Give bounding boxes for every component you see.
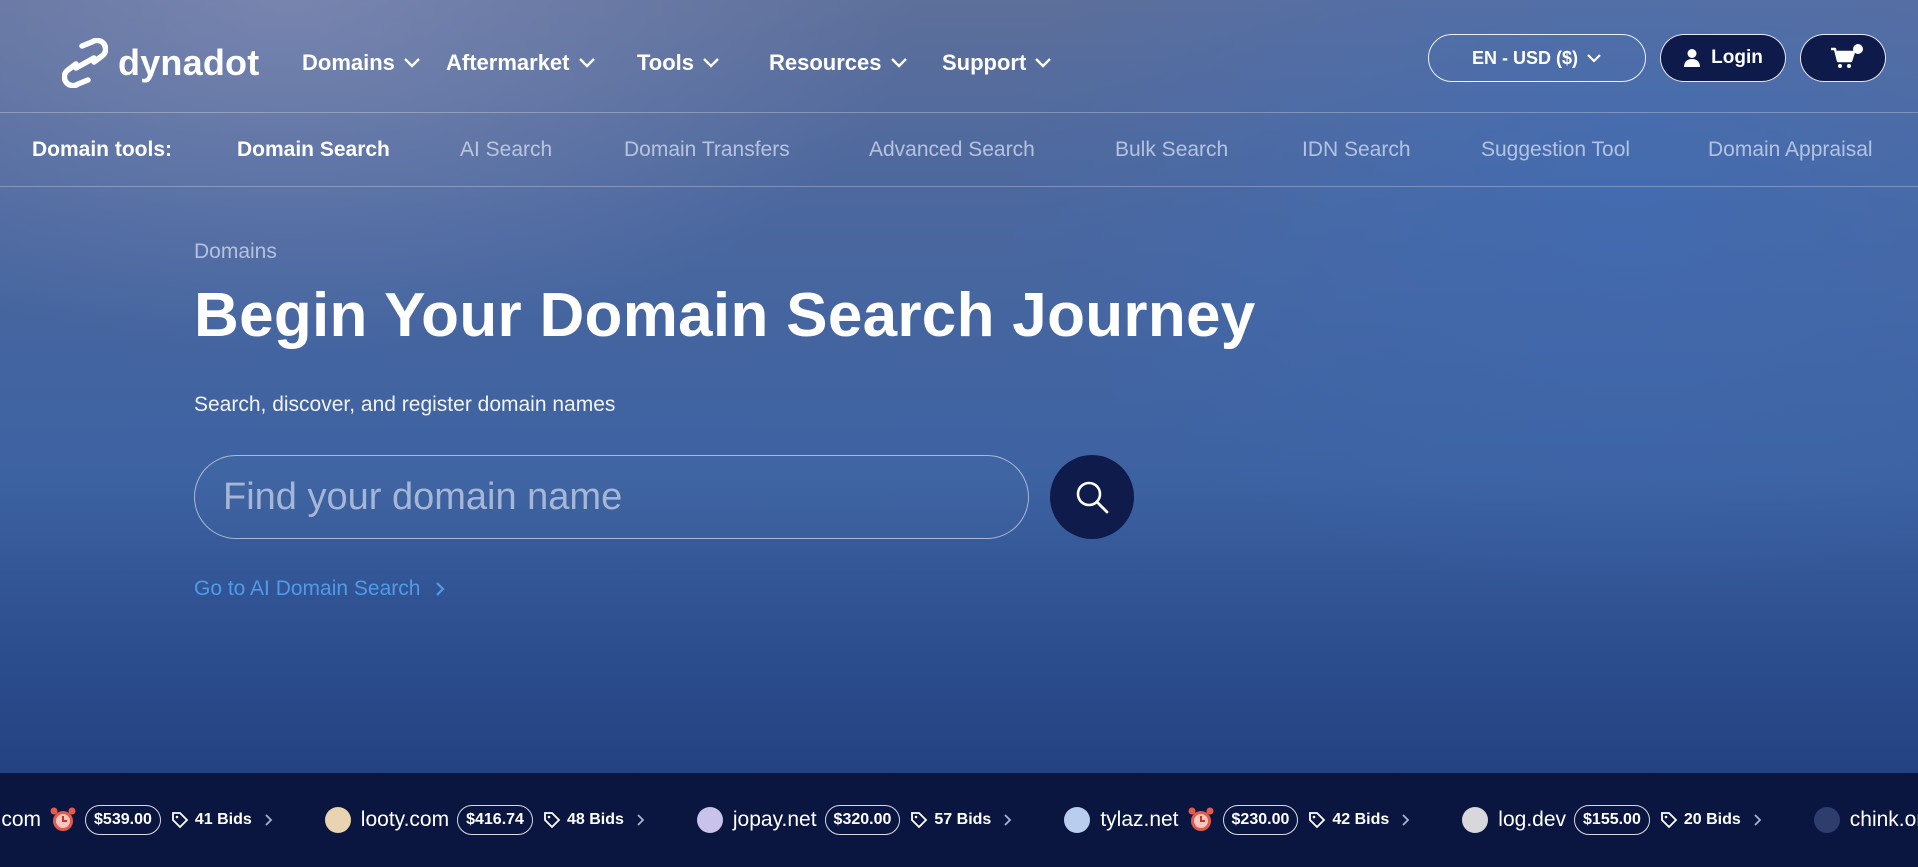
page-subtitle: Search, discover, and register domain na… (194, 393, 616, 416)
breadcrumb[interactable]: Domains (194, 240, 277, 264)
ticker-bids: 20 Bids (1683, 811, 1741, 828)
chevron-down-icon (890, 58, 907, 68)
cart-notification-dot (1853, 44, 1863, 54)
brand-logo[interactable]: dynadot (62, 38, 259, 88)
main-nav-aftermarket[interactable]: Aftermarket (446, 50, 596, 76)
ticker-domain: tylaz.net (1100, 808, 1179, 831)
domain-avatar-dot (696, 807, 723, 833)
page: dynadot Domains Aftermarket Tools Resour… (0, 0, 1918, 867)
ticker-item[interactable]: log.dev $155.00 20 Bids (1462, 805, 1762, 835)
tag-icon (171, 812, 189, 829)
domain-search-box (194, 455, 1029, 539)
nav-label: Tools (637, 50, 695, 75)
ticker-bids: 41 Bids (194, 811, 252, 828)
domain-avatar-dot (1064, 807, 1091, 833)
ticker-track: ot.com $539.00 41 Bids looty.com $416.74… (0, 773, 1918, 867)
tag-icon (1309, 812, 1326, 829)
search-icon (1076, 481, 1109, 514)
alarm-clock-icon (1188, 807, 1214, 831)
ticker-bids: 42 Bids (1332, 811, 1390, 828)
tab-domain-appraisal[interactable]: Domain Appraisal (1708, 138, 1873, 162)
page-title: Begin Your Domain Search Journey (194, 281, 1256, 350)
ticker-domain: log.dev (1498, 808, 1567, 831)
ticker-item[interactable]: tylaz.net $230.00 42 Bids (1064, 805, 1410, 835)
ticker-price: $539.00 (85, 805, 161, 835)
brand-name: dynadot (118, 42, 260, 83)
nav-label: Aftermarket (446, 50, 570, 75)
domain-avatar-dot (1462, 807, 1489, 833)
ticker-bids: 48 Bids (566, 811, 624, 828)
domain-tools-bar: Domain tools: Domain Search AI Search Do… (0, 112, 1918, 187)
ticker-domain: looty.com (360, 808, 450, 831)
nav-label: Support (942, 50, 1027, 75)
ticker-price: $416.74 (457, 805, 533, 835)
search-button[interactable] (1050, 455, 1134, 539)
chevron-right-icon (637, 814, 645, 826)
tag-icon (911, 812, 928, 829)
tab-domain-search[interactable]: Domain Search (237, 138, 390, 162)
header-actions: EN - USD ($) Login (1428, 34, 1886, 82)
chevron-right-icon (1754, 814, 1762, 826)
ticker-price: $230.00 (1222, 805, 1299, 835)
main-nav-support[interactable]: Support (942, 50, 1052, 76)
ticker-item[interactable]: ot.com $539.00 41 Bids (0, 805, 273, 835)
ticker-price: $155.00 (1574, 805, 1650, 835)
ticker-price: $320.00 (824, 805, 901, 835)
cart-icon (1831, 47, 1856, 68)
top-header: dynadot Domains Aftermarket Tools Resour… (0, 0, 1918, 112)
ticker-domain: jopay.net (732, 808, 817, 831)
ai-domain-search-link[interactable]: Go to AI Domain Search (194, 577, 446, 601)
chevron-down-icon (1587, 54, 1601, 63)
ticker-item[interactable]: looty.com $416.74 48 Bids (324, 805, 645, 835)
login-label: Login (1711, 47, 1763, 68)
login-button[interactable]: Login (1660, 34, 1786, 82)
alarm-clock-icon (50, 807, 76, 831)
chevron-right-icon (436, 582, 446, 596)
ticker-domain: ot.com (0, 808, 42, 831)
chevron-right-icon (1402, 814, 1410, 826)
ticker-item[interactable]: chink.org (1813, 807, 1918, 833)
auction-ticker: ot.com $539.00 41 Bids looty.com $416.74… (0, 773, 1918, 867)
tag-icon (1660, 812, 1678, 829)
tab-bulk-search[interactable]: Bulk Search (1115, 138, 1228, 162)
ticker-item[interactable]: jopay.net $320.00 57 Bids (696, 805, 1012, 835)
chevron-down-icon (578, 58, 595, 68)
chevron-right-icon (265, 814, 273, 826)
tab-advanced-search[interactable]: Advanced Search (869, 138, 1035, 162)
tab-domain-transfers[interactable]: Domain Transfers (624, 138, 790, 162)
main-nav-tools[interactable]: Tools (637, 50, 720, 76)
tab-idn-search[interactable]: IDN Search (1302, 138, 1411, 162)
chevron-right-icon (1004, 814, 1012, 826)
main-nav-resources[interactable]: Resources (769, 50, 908, 76)
locale-currency-button[interactable]: EN - USD ($) (1428, 34, 1646, 82)
domain-avatar-dot (1813, 807, 1840, 833)
ai-link-label: Go to AI Domain Search (194, 577, 421, 600)
chevron-down-icon (703, 58, 719, 68)
main-nav-domains[interactable]: Domains (302, 50, 421, 76)
locale-label: EN - USD ($) (1471, 47, 1578, 68)
ticker-domain: chink.org (1849, 808, 1918, 831)
nav-label: Domains (302, 50, 395, 75)
nav-label: Resources (769, 50, 882, 75)
user-icon (1684, 49, 1701, 67)
tab-suggestion-tool[interactable]: Suggestion Tool (1481, 138, 1630, 162)
tab-ai-search[interactable]: AI Search (460, 138, 552, 162)
domain-tools-label: Domain tools: (32, 137, 172, 161)
tag-icon (544, 812, 561, 829)
chevron-down-icon (1035, 58, 1052, 68)
domain-search-input[interactable] (223, 475, 1028, 519)
domain-avatar-dot (324, 807, 351, 833)
link-chain-logo-icon (62, 38, 108, 88)
chevron-down-icon (404, 58, 420, 68)
ticker-bids: 57 Bids (934, 811, 992, 828)
cart-button[interactable] (1800, 34, 1886, 82)
